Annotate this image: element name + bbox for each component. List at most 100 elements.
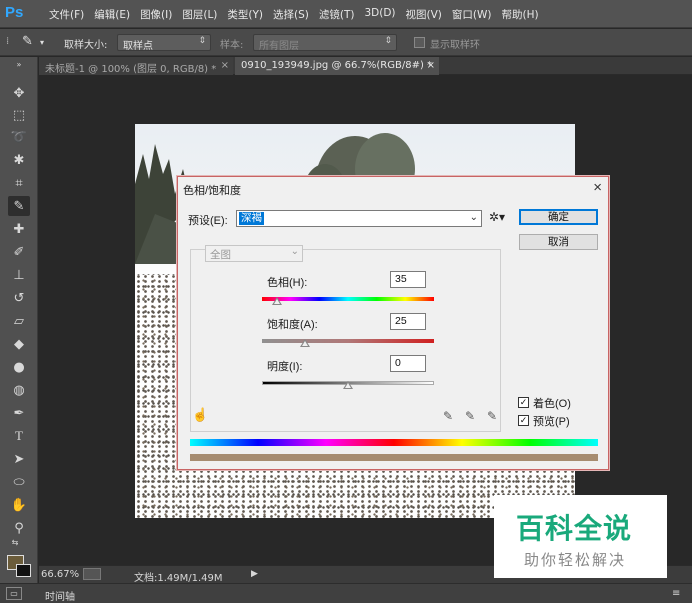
eyedropper-minus-icon[interactable]: ✎ xyxy=(487,409,497,423)
brush-tool-icon[interactable]: ✐ xyxy=(8,242,30,262)
show-ring-checkbox[interactable] xyxy=(414,37,425,48)
sample-size-dropdown[interactable]: 取样点 ⇕ xyxy=(117,34,211,52)
preview-label: 预览(P) xyxy=(533,416,570,428)
colorize-checkbox[interactable]: ✓ xyxy=(518,397,529,408)
panel-collapse-icon[interactable]: » xyxy=(8,59,30,69)
menu-filter[interactable]: 滤镜(T) xyxy=(314,7,360,21)
cancel-button[interactable]: 取消 xyxy=(519,234,598,250)
ok-button[interactable]: 确定 xyxy=(519,209,598,225)
preset-label: 预设(E): xyxy=(188,215,228,227)
saturation-input[interactable]: 25 xyxy=(390,313,426,330)
hand-tool-icon[interactable]: ✋ xyxy=(8,495,30,515)
share-icon[interactable] xyxy=(83,568,101,580)
lasso-tool-icon[interactable]: ➰ xyxy=(8,127,30,147)
menu-select[interactable]: 选择(S) xyxy=(268,7,314,21)
menu-layer[interactable]: 图层(L) xyxy=(177,7,222,21)
quick-select-tool-icon[interactable]: ✱ xyxy=(8,150,30,170)
path-select-tool-icon[interactable]: ➤ xyxy=(8,449,30,469)
panel-menu-icon[interactable]: ≡ xyxy=(672,588,680,599)
timeline-panel-bar: ▭ 时间轴 ≡ xyxy=(0,583,692,603)
background-color-swatch[interactable] xyxy=(16,564,31,577)
colorize-label: 着色(O) xyxy=(533,398,571,410)
channel-value: 全图 xyxy=(210,249,231,261)
gear-icon[interactable]: ✲▾ xyxy=(489,210,505,224)
document-info: 文档:1.49M/1.49M xyxy=(134,573,223,584)
history-brush-tool-icon[interactable]: ↺ xyxy=(8,288,30,308)
hue-saturation-dialog: 色相/饱和度 × 预设(E): 深褐 ⌄ ✲▾ 确定 取消 全图 ⌄ 色相(H)… xyxy=(177,176,609,470)
clone-stamp-tool-icon[interactable]: ⊥ xyxy=(8,265,30,285)
document-tab-bar: 未标题-1 @ 100% (图层 0, RGB/8) * × 0910_1939… xyxy=(39,57,692,75)
dialog-title: 色相/饱和度 xyxy=(183,185,242,197)
channel-dropdown[interactable]: 全图 ⌄ xyxy=(205,245,303,262)
paint-bucket-tool-icon[interactable]: ◆ xyxy=(8,334,30,354)
menu-window[interactable]: 窗口(W) xyxy=(447,7,497,21)
lightness-slider-thumb[interactable] xyxy=(343,381,353,389)
marquee-tool-icon[interactable]: ⬚ xyxy=(8,105,30,125)
preset-dropdown[interactable]: 深褐 ⌄ xyxy=(236,210,482,227)
menu-edit[interactable]: 编辑(E) xyxy=(89,7,135,21)
close-icon[interactable]: × xyxy=(593,179,602,196)
chevron-down-icon: ⌄ xyxy=(290,246,299,257)
menu-help[interactable]: 帮助(H) xyxy=(497,7,544,21)
timeline-icon[interactable]: ▭ xyxy=(6,587,22,600)
check-icon: ✓ xyxy=(519,397,528,407)
hue-slider-track[interactable] xyxy=(262,297,434,301)
menu-file[interactable]: 文件(F) xyxy=(44,7,89,21)
saturation-slider-thumb[interactable] xyxy=(300,339,310,347)
lightness-input[interactable]: 0 xyxy=(390,355,426,372)
zoom-tool-icon[interactable]: ⚲ xyxy=(8,518,30,538)
menu-type[interactable]: 类型(Y) xyxy=(222,7,268,21)
swap-colors-icon[interactable]: ⇆ xyxy=(4,537,26,547)
type-tool-icon[interactable]: T xyxy=(8,426,30,446)
hue-input[interactable]: 35 xyxy=(390,271,426,288)
timeline-tab[interactable]: 时间轴 xyxy=(45,588,75,603)
menu-items: 文件(F) 编辑(E) 图像(I) 图层(L) 类型(Y) 选择(S) 滤镜(T… xyxy=(44,7,544,21)
saturation-slider-track[interactable] xyxy=(262,339,434,343)
preview-checkbox[interactable]: ✓ xyxy=(518,415,529,426)
options-bar: ⁞ ✎ ▾ 取样大小: 取样点 ⇕ 样本: 所有图层 ⇕ 显示取样环 xyxy=(0,29,692,56)
chevron-down-icon: ⌄ xyxy=(469,212,478,223)
photoshop-logo: Ps xyxy=(5,4,24,21)
grip-icon: ⁞ xyxy=(6,36,10,47)
eyedropper-tool-icon[interactable]: ✎ xyxy=(22,34,33,49)
crop-tool-icon[interactable]: ⌗ xyxy=(8,173,30,193)
shape-tool-icon[interactable]: ⬭ xyxy=(8,472,30,492)
eraser-tool-icon[interactable]: ▱ xyxy=(8,311,30,331)
hue-slider-thumb[interactable] xyxy=(272,297,283,305)
sample-dropdown[interactable]: 所有图层 ⇕ xyxy=(253,34,397,52)
blur-tool-icon[interactable]: ● xyxy=(8,357,30,377)
healing-brush-tool-icon[interactable]: ✚ xyxy=(8,219,30,239)
eyedropper-icon[interactable]: ✎ xyxy=(443,409,453,423)
move-tool-icon[interactable]: ✥ xyxy=(8,83,30,103)
watermark-slogan: 助你轻松解决 xyxy=(524,551,627,569)
dodge-tool-icon[interactable]: ◍ xyxy=(8,380,30,400)
preset-value: 深褐 xyxy=(239,212,264,225)
sample-label: 样本: xyxy=(220,40,244,51)
tab-label: 0910_193949.jpg @ 66.7%(RGB/8#) * xyxy=(241,60,433,71)
tools-panel: » ✥ ⬚ ➰ ✱ ⌗ ✎ ✚ ✐ ⊥ ↺ ▱ ◆ ● ◍ ✒ T ➤ ⬭ ✋ … xyxy=(0,57,38,585)
status-menu-arrow-icon[interactable]: ▶ xyxy=(251,569,258,579)
menu-3d[interactable]: 3D(D) xyxy=(359,7,400,21)
close-icon[interactable]: × xyxy=(427,60,435,71)
on-image-adjust-hand-icon[interactable]: ☝ xyxy=(192,407,208,423)
hue-label: 色相(H): xyxy=(267,277,308,289)
eyedropper-plus-icon[interactable]: ✎ xyxy=(465,409,475,423)
input-spectrum-bar xyxy=(190,439,598,446)
sample-size-label: 取样大小: xyxy=(64,40,108,51)
lightness-label: 明度(I): xyxy=(267,361,303,373)
updown-arrow-icon: ⇕ xyxy=(384,36,392,46)
tab-untitled-1[interactable]: 未标题-1 @ 100% (图层 0, RGB/8) * × xyxy=(39,57,233,75)
check-icon: ✓ xyxy=(519,415,528,425)
tab-0910-photo[interactable]: 0910_193949.jpg @ 66.7%(RGB/8#) * × xyxy=(235,57,439,75)
menu-view[interactable]: 视图(V) xyxy=(401,7,447,21)
tab-label: 未标题-1 @ 100% (图层 0, RGB/8) * xyxy=(45,64,217,75)
menu-image[interactable]: 图像(I) xyxy=(135,7,177,21)
pen-tool-icon[interactable]: ✒ xyxy=(8,403,30,423)
sample-size-value: 取样点 xyxy=(123,41,153,52)
zoom-level[interactable]: 66.67% xyxy=(41,569,79,580)
tool-preset-chevron-icon[interactable]: ▾ xyxy=(40,38,44,47)
show-ring-label: 显示取样环 xyxy=(430,40,480,51)
output-spectrum-bar xyxy=(190,454,598,461)
close-icon[interactable]: × xyxy=(221,60,229,71)
eyedropper-tool-icon[interactable]: ✎ xyxy=(8,196,30,216)
